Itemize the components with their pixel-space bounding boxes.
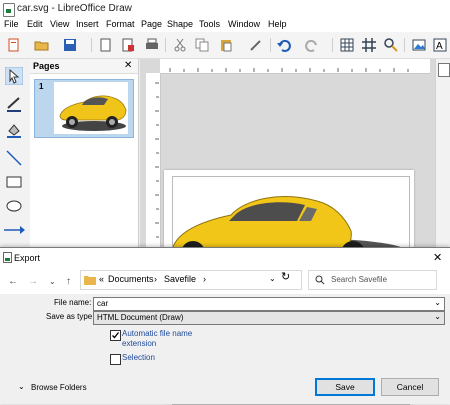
- car-thumbnail-icon: [59, 95, 127, 131]
- file-name-value: car: [97, 299, 109, 308]
- text-box-icon[interactable]: A: [432, 37, 448, 53]
- print-icon[interactable]: [144, 37, 160, 53]
- line-color-icon[interactable]: [5, 95, 23, 113]
- window-title: car.svg - LibreOffice Draw: [17, 3, 132, 14]
- breadcrumb-prefix: «: [99, 274, 105, 284]
- paste-icon[interactable]: [218, 37, 234, 53]
- page-thumbnail-image: [54, 82, 128, 134]
- automatic-extension-checkbox[interactable]: [110, 330, 121, 341]
- export-options-area: File name: car ⌄ Save as type: HTML Docu…: [0, 294, 450, 404]
- menu-page[interactable]: Page: [141, 19, 162, 29]
- selection-label[interactable]: Selection: [122, 353, 155, 362]
- browse-folders-toggle[interactable]: Browse Folders: [31, 383, 87, 392]
- redo-icon[interactable]: [304, 37, 320, 53]
- rectangle-tool-icon[interactable]: [5, 173, 23, 191]
- undo-icon[interactable]: [276, 37, 292, 53]
- page-number: 1: [39, 82, 44, 91]
- menu-shape[interactable]: Shape: [167, 19, 193, 29]
- menu-file[interactable]: File: [4, 19, 19, 29]
- zoom-icon[interactable]: [383, 37, 399, 53]
- horizontal-ruler: [160, 59, 430, 74]
- line-tool-icon[interactable]: [5, 149, 23, 167]
- standard-toolbar: A: [0, 32, 450, 59]
- dialog-app-icon: [3, 252, 12, 263]
- svg-text:A: A: [436, 41, 443, 52]
- arrow-line-tool-icon[interactable]: [3, 223, 27, 237]
- back-arrow-icon[interactable]: ←: [8, 276, 18, 287]
- navigation-bar: ← → ⌄ ↑ « Documents › Savefile › ⌄ ↻ Sea…: [0, 268, 450, 292]
- search-box[interactable]: Search Savefile: [308, 270, 437, 290]
- address-dropdown-chevron-icon[interactable]: ⌄: [269, 274, 276, 283]
- pages-pane-header: Pages: [30, 59, 138, 74]
- page-thumbnail-selected[interactable]: 1: [34, 79, 134, 138]
- export-pdf-icon[interactable]: [120, 37, 136, 53]
- file-name-field[interactable]: car ⌄: [93, 297, 445, 311]
- forward-arrow-icon[interactable]: →: [28, 276, 38, 287]
- export-dialog: Export ✕ ← → ⌄ ↑ « Documents › Savefile …: [0, 247, 450, 404]
- browse-folders-chevron-icon[interactable]: ⌄: [18, 382, 25, 391]
- vertical-ruler-ticks: [155, 82, 159, 238]
- menu-window[interactable]: Window: [228, 19, 260, 29]
- menu-format[interactable]: Format: [106, 19, 135, 29]
- file-name-dropdown-chevron-icon[interactable]: ⌄: [434, 298, 441, 307]
- ellipse-tool-icon[interactable]: [5, 197, 23, 215]
- save-as-type-select[interactable]: HTML Document (Draw) ⌄: [93, 311, 445, 325]
- address-bar[interactable]: « Documents › Savefile › ⌄: [80, 270, 302, 290]
- fill-color-icon[interactable]: [5, 121, 23, 139]
- cut-icon[interactable]: [172, 37, 188, 53]
- save-as-type-value: HTML Document (Draw): [97, 313, 184, 322]
- title-bar: car.svg - LibreOffice Draw: [0, 0, 450, 19]
- checkmark-icon: [112, 332, 120, 339]
- cancel-button[interactable]: Cancel: [381, 378, 439, 396]
- horizontal-ruler-ticks: [169, 68, 409, 72]
- save-as-type-dropdown-chevron-icon[interactable]: ⌄: [434, 312, 441, 321]
- breadcrumb-savefile[interactable]: Savefile: [164, 274, 196, 284]
- save-button[interactable]: Save: [315, 378, 375, 396]
- clone-formatting-icon[interactable]: [248, 37, 264, 53]
- save-as-type-label: Save as type:: [46, 312, 95, 321]
- breadcrumb-separator-2[interactable]: ›: [203, 274, 206, 284]
- table-icon[interactable]: [339, 37, 355, 53]
- image-icon[interactable]: [411, 37, 427, 53]
- menu-help[interactable]: Help: [268, 19, 287, 29]
- libreoffice-draw-icon: [3, 3, 15, 17]
- automatic-extension-label-line1[interactable]: Automatic file name: [122, 329, 192, 338]
- refresh-icon[interactable]: ↻: [281, 270, 290, 283]
- pages-pane-title: Pages: [33, 61, 60, 71]
- menu-tools[interactable]: Tools: [199, 19, 220, 29]
- close-dialog-icon[interactable]: ✕: [433, 251, 442, 264]
- close-pages-pane-icon[interactable]: ✕: [124, 60, 132, 71]
- menu-edit[interactable]: Edit: [27, 19, 43, 29]
- new-document-icon[interactable]: [6, 37, 22, 53]
- selection-checkbox[interactable]: [110, 354, 121, 365]
- open-folder-icon[interactable]: [34, 37, 50, 53]
- select-arrow-icon[interactable]: [5, 67, 23, 85]
- dialog-title: Export: [14, 253, 41, 263]
- menu-view[interactable]: View: [50, 19, 69, 29]
- recent-locations-chevron-icon[interactable]: ⌄: [49, 277, 56, 286]
- automatic-extension-label-line2[interactable]: extension: [122, 339, 156, 348]
- folder-icon: [84, 276, 96, 285]
- menu-insert[interactable]: Insert: [76, 19, 99, 29]
- up-arrow-icon[interactable]: ↑: [66, 276, 71, 287]
- breadcrumb-documents[interactable]: Documents: [108, 274, 154, 284]
- file-name-label: File name:: [54, 298, 92, 307]
- export-icon[interactable]: [98, 37, 114, 53]
- menu-bar: File Edit View Insert Format Page Shape …: [0, 18, 450, 32]
- breadcrumb-separator[interactable]: ›: [154, 274, 157, 284]
- copy-icon[interactable]: [194, 37, 210, 53]
- save-icon[interactable]: [62, 37, 78, 53]
- search-icon: [315, 275, 325, 285]
- search-placeholder: Search Savefile: [331, 275, 388, 284]
- grid-icon[interactable]: [361, 37, 377, 53]
- sidebar-properties-icon[interactable]: [438, 63, 450, 77]
- car-image[interactable]: [172, 177, 413, 271]
